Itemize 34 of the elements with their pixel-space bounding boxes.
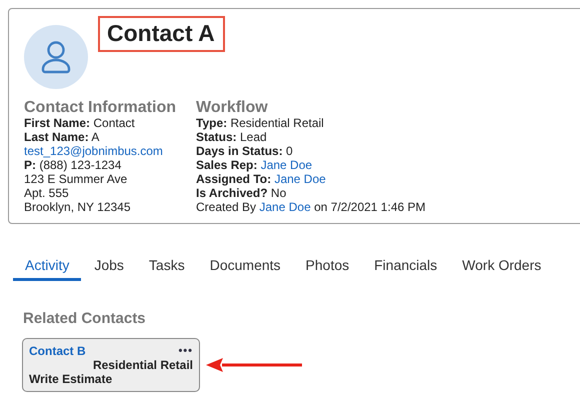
tab[interactable]: Jobs — [82, 257, 136, 281]
contact-link[interactable]: Contact B — [29, 344, 86, 358]
tab[interactable]: Financials — [362, 257, 450, 281]
info-line: Brooklyn, NY 12345 — [24, 200, 132, 214]
section-heading: Related Contacts — [23, 310, 147, 327]
info-line: Days in Status: 0 — [196, 144, 294, 158]
info-line: Type: Residential Retail — [196, 116, 325, 130]
info-line: Is Archived? No — [196, 186, 288, 200]
section-heading: Workflow — [196, 99, 269, 116]
contact-type: Residential Retail — [92, 358, 193, 372]
info-line: Last Name: A — [24, 130, 100, 144]
info-line: First Name: Contact — [24, 116, 136, 130]
contact-name: Contact A — [98, 16, 225, 52]
info-line: P: (888) 123-1234 — [24, 158, 122, 172]
tab[interactable]: Tasks — [136, 257, 197, 281]
contact-status: Write Estimate — [29, 372, 114, 386]
tab[interactable]: Work Orders — [450, 257, 554, 281]
info-line: Apt. 555 — [24, 186, 70, 200]
tab[interactable]: Activity — [13, 257, 82, 281]
info-line: Created By Jane Doe on 7/2/2021 1:46 PM — [196, 200, 426, 214]
more-button[interactable]: ••• — [178, 344, 193, 358]
info-line: Assigned To: Jane Doe — [196, 172, 327, 186]
avatar-icon — [24, 25, 88, 89]
info-line: Status: Lead — [196, 130, 268, 144]
contact-card[interactable]: Contact B ••• Residential Retail Write Estimate — [22, 338, 200, 392]
link[interactable]: Jane Doe — [259, 200, 311, 214]
info-line: 123 E Summer Ave — [24, 172, 128, 186]
link[interactable]: Jane Doe — [274, 172, 326, 186]
tab[interactable]: Documents — [198, 257, 293, 281]
section-heading: Contact Information — [24, 99, 176, 116]
info-line: Sales Rep: Jane Doe — [196, 158, 314, 172]
link[interactable]: Jane Doe — [260, 158, 312, 172]
tab[interactable]: Photos — [294, 257, 362, 281]
email-link[interactable]: test_123@jobnimbus.com — [24, 144, 163, 158]
